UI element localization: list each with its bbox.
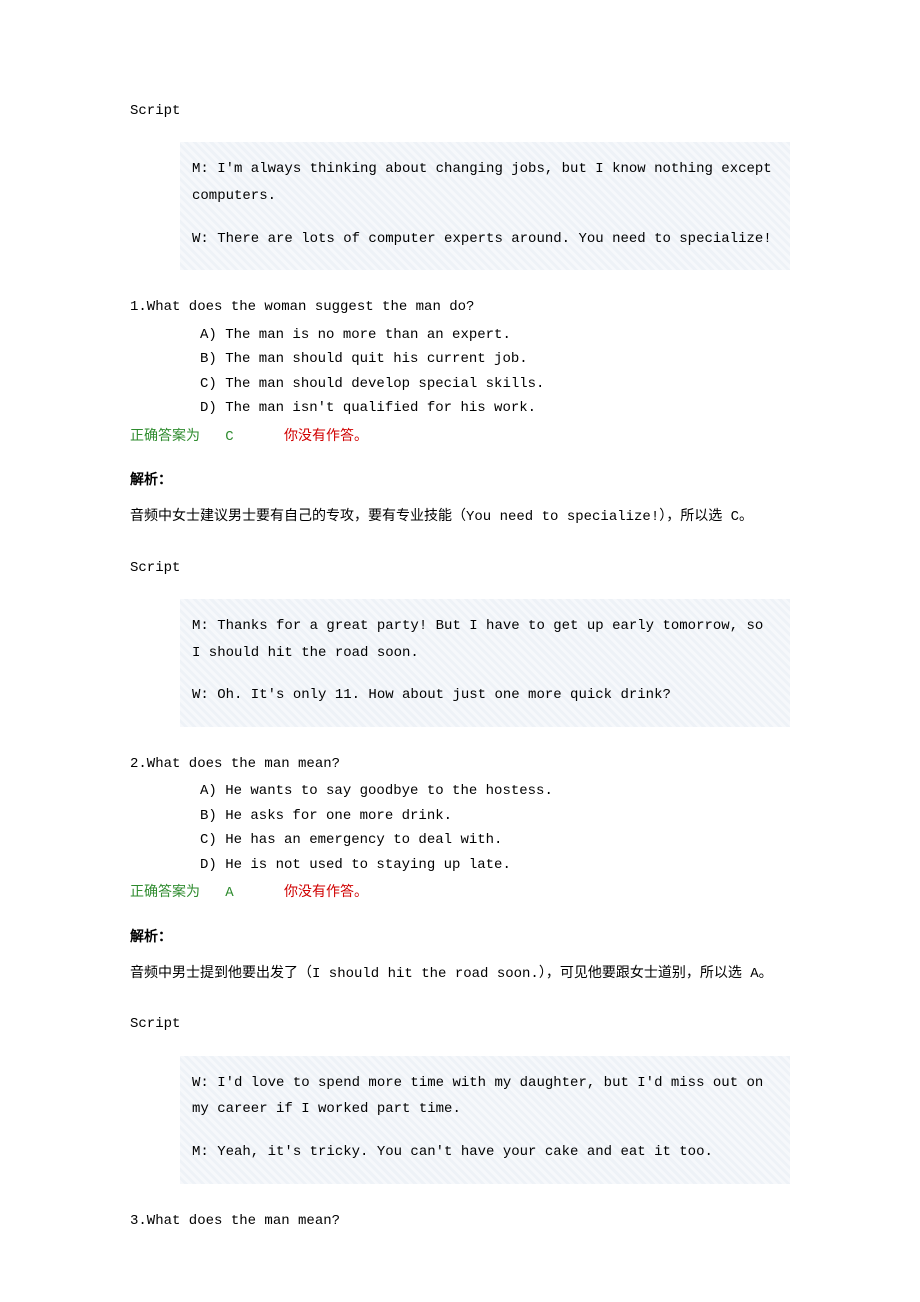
script-line: M: Thanks for a great party! But I have … — [192, 613, 778, 666]
script-box-2: M: Thanks for a great party! But I have … — [180, 599, 790, 727]
explain-text-1: 音频中女士建议男士要有自己的专攻，要有专业技能（You need to spec… — [130, 506, 790, 528]
correct-value — [208, 429, 225, 445]
script-label-3: Script — [130, 1013, 790, 1035]
script-box-1: M: I'm always thinking about changing jo… — [180, 142, 790, 270]
options-1: A) The man is no more than an expert. B)… — [200, 323, 790, 421]
script-box-3: W: I'd love to spend more time with my d… — [180, 1056, 790, 1184]
option-c: C) The man should develop special skills… — [200, 372, 790, 397]
explain-label-2: 解析： — [130, 925, 790, 947]
option-d: D) He is not used to staying up late. — [200, 853, 790, 878]
not-answered-1: 你没有作答。 — [284, 428, 368, 444]
script-label-2: Script — [130, 557, 790, 579]
correct-letter-2: A — [225, 885, 233, 901]
script-line: W: I'd love to spend more time with my d… — [192, 1070, 778, 1123]
question-text-3: 3.What does the man mean? — [130, 1210, 790, 1232]
script-line: M: Yeah, it's tricky. You can't have you… — [192, 1139, 778, 1166]
answer-row-2: 正确答案为 A 你没有作答。 — [130, 881, 790, 904]
correct-value — [208, 885, 225, 901]
option-d: D) The man isn't qualified for his work. — [200, 396, 790, 421]
option-a: A) He wants to say goodbye to the hostes… — [200, 779, 790, 804]
option-b: B) He asks for one more drink. — [200, 804, 790, 829]
correct-label: 正确答案为 — [130, 428, 200, 444]
script-line: M: I'm always thinking about changing jo… — [192, 156, 778, 209]
option-b: B) The man should quit his current job. — [200, 347, 790, 372]
correct-letter-1: C — [225, 429, 233, 445]
question-text-2: 2.What does the man mean? — [130, 753, 790, 775]
correct-label: 正确答案为 — [130, 884, 200, 900]
explain-label-1: 解析： — [130, 468, 790, 490]
not-answered-2: 你没有作答。 — [284, 884, 368, 900]
script-label-1: Script — [130, 100, 790, 122]
option-a: A) The man is no more than an expert. — [200, 323, 790, 348]
options-2: A) He wants to say goodbye to the hostes… — [200, 779, 790, 877]
option-c: C) He has an emergency to deal with. — [200, 828, 790, 853]
script-line: W: There are lots of computer experts ar… — [192, 226, 778, 253]
script-line: W: Oh. It's only 11. How about just one … — [192, 682, 778, 709]
question-text-1: 1.What does the woman suggest the man do… — [130, 296, 790, 318]
answer-row-1: 正确答案为 C 你没有作答。 — [130, 425, 790, 448]
explain-text-2: 音频中男士提到他要出发了（I should hit the road soon.… — [130, 963, 790, 985]
